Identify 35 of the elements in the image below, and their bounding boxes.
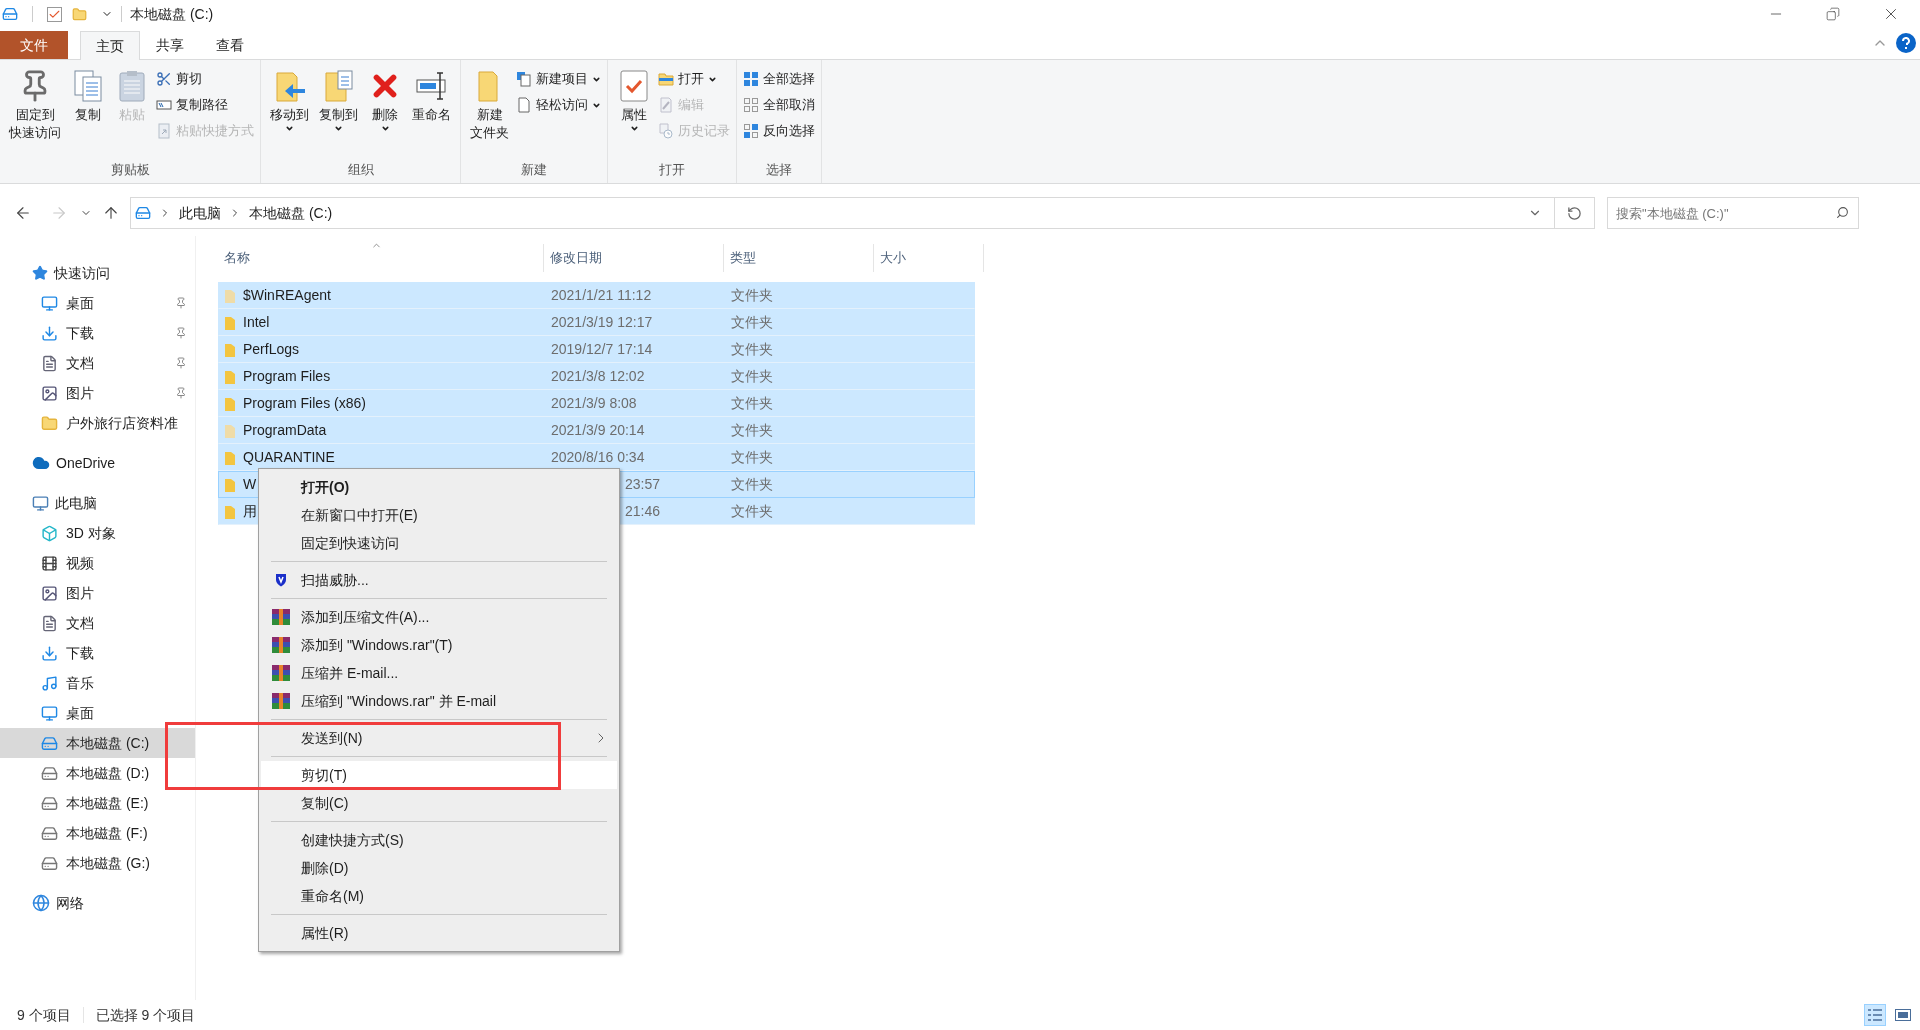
modified-date: 2021/3/9 20:14 [551, 422, 645, 438]
group-label: 选择 [765, 160, 793, 179]
file-type: 文件夹 [730, 421, 774, 440]
group-label: 打开 [658, 160, 686, 179]
modified-date: 2021/3/9 8:08 [551, 395, 637, 411]
window-title: 本地磁盘 (C:) [130, 4, 214, 24]
group-label: 剪贴板 [109, 160, 151, 179]
file-type: 文件夹 [730, 313, 774, 332]
file-name: W [243, 475, 257, 494]
modified-date: 21:46 [625, 503, 661, 519]
file-type: 文件夹 [730, 286, 774, 305]
file-name: Program Files (x86) [243, 394, 366, 413]
modified-date: 2021/1/21 11:12 [551, 287, 652, 303]
modified-date: 23:57 [625, 476, 661, 492]
file-name: PerfLogs [243, 340, 300, 359]
file-type: 文件夹 [730, 367, 774, 386]
file-name: Intel [243, 313, 270, 332]
modified-date: 2021/3/19 12:17 [551, 314, 653, 330]
modified-date: 2019/12/7 17:14 [551, 341, 653, 357]
item-count: 9 个项目 [17, 1005, 71, 1025]
file-name: QUARANTINE [243, 448, 335, 467]
modified-date: 2020/8/16 0:34 [551, 449, 645, 465]
file-name: Program Files [243, 367, 331, 386]
group-label: 新建 [520, 160, 548, 179]
file-type: 文件夹 [730, 394, 774, 413]
selection-count: 已选择 9 个项目 [95, 1005, 196, 1025]
file-name: $WinREAgent [243, 286, 331, 305]
file-name: 用 [243, 502, 257, 521]
group-label: 组织 [346, 160, 375, 179]
modified-date: 2021/3/8 12:02 [551, 368, 645, 384]
file-type: 文件夹 [730, 475, 774, 494]
file-name: ProgramData [243, 421, 327, 440]
file-type: 文件夹 [730, 502, 774, 521]
file-type: 文件夹 [730, 340, 774, 359]
file-type: 文件夹 [730, 448, 774, 467]
